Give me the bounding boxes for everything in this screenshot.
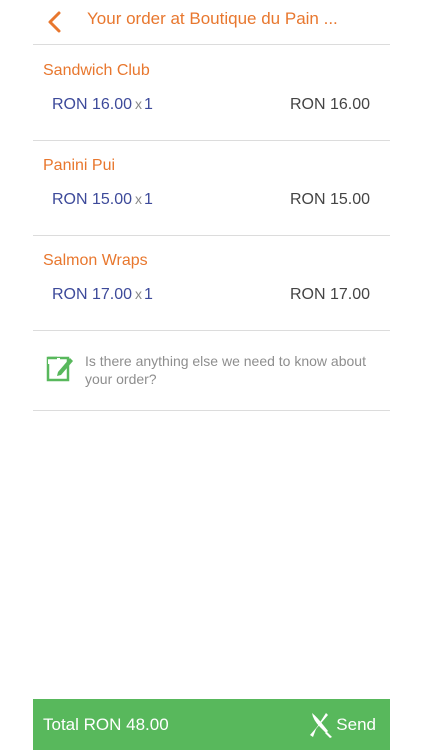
item-price-line: RON 17.00 x 1 bbox=[52, 286, 153, 304]
item-total: RON 16.00 bbox=[289, 96, 370, 113]
times-sign: x bbox=[135, 96, 143, 112]
item-total: RON 15.00 bbox=[289, 191, 370, 208]
item-total: RON 17.00 bbox=[289, 286, 370, 303]
back-button[interactable] bbox=[45, 10, 67, 34]
item-name: Salmon Wraps bbox=[43, 252, 148, 269]
order-total: Total RON 48.00 bbox=[43, 715, 169, 734]
order-item[interactable]: Salmon Wraps RON 17.00 x 1 RON 17.00 bbox=[33, 235, 390, 331]
send-label: Send bbox=[336, 715, 376, 734]
order-item[interactable]: Sandwich Club RON 16.00 x 1 RON 16.00 bbox=[33, 45, 390, 141]
item-quantity: 1 bbox=[144, 286, 153, 303]
item-name: Panini Pui bbox=[43, 157, 116, 174]
note-placeholder: Is there anything else we need to know a… bbox=[85, 353, 366, 387]
order-note-field[interactable]: Is there anything else we need to know a… bbox=[33, 330, 390, 411]
item-unit-price: RON 15.00 bbox=[52, 191, 133, 208]
times-sign: x bbox=[135, 191, 143, 207]
edit-note-icon bbox=[46, 356, 73, 382]
send-button[interactable]: Send bbox=[308, 707, 376, 743]
order-footer-bar: Total RON 48.00 Send bbox=[33, 699, 390, 750]
header-bar: Your order at Boutique du Pain ... bbox=[33, 0, 390, 45]
item-unit-price: RON 16.00 bbox=[52, 96, 133, 113]
item-quantity: 1 bbox=[144, 96, 153, 113]
item-unit-price: RON 17.00 bbox=[52, 286, 133, 303]
item-price-line: RON 16.00 x 1 bbox=[52, 96, 153, 114]
fork-knife-icon bbox=[310, 713, 333, 738]
order-item[interactable]: Panini Pui RON 15.00 x 1 RON 15.00 bbox=[33, 140, 390, 236]
chevron-left-icon bbox=[48, 11, 61, 33]
times-sign: x bbox=[135, 286, 143, 302]
item-quantity: 1 bbox=[144, 191, 153, 208]
page-title: Your order at Boutique du Pain ... bbox=[87, 9, 338, 28]
item-name: Sandwich Club bbox=[43, 62, 150, 79]
item-price-line: RON 15.00 x 1 bbox=[52, 191, 153, 209]
